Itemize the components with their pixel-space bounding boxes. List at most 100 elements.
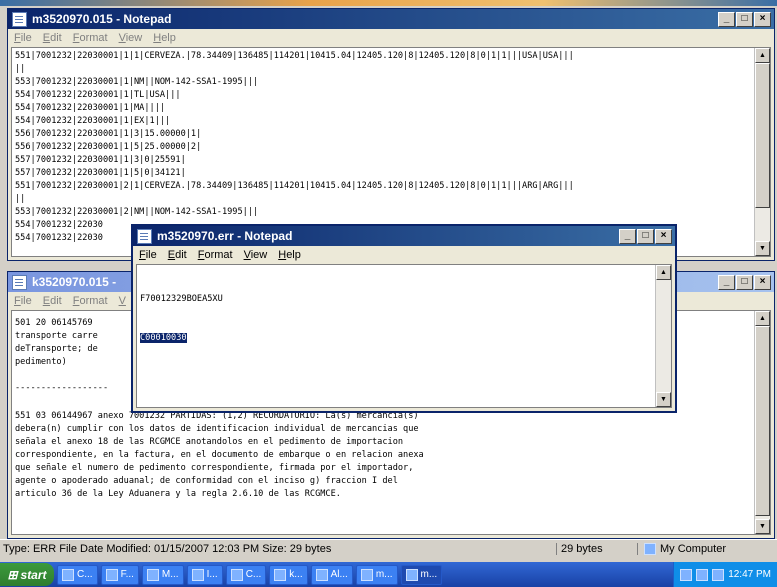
text-line: 554|7001232|22030001|1|EX|1||| <box>15 116 171 126</box>
windows-logo-icon: ⊞ <box>7 567 18 582</box>
text-line: || <box>15 64 26 74</box>
taskbar-item-label: m... <box>420 569 438 580</box>
vertical-scrollbar[interactable]: ▲ ▼ <box>754 48 770 256</box>
spreadsheet-icon <box>315 568 328 581</box>
menu-file[interactable]: File <box>14 295 32 307</box>
title-bar[interactable]: m3520970.015 - Notepad _ □ × <box>8 9 774 29</box>
scroll-up-button[interactable]: ▲ <box>755 48 770 63</box>
text-line: 554|7001232|22030001|1|MA|||| <box>15 103 166 113</box>
clock[interactable]: 12:47 PM <box>728 569 771 580</box>
security-icon[interactable] <box>712 568 725 581</box>
close-button[interactable]: × <box>655 229 672 244</box>
status-size: 29 bytes <box>556 543 637 555</box>
maximize-button[interactable]: □ <box>736 12 753 27</box>
notepad-icon <box>12 274 27 290</box>
notepad-window-m3520970-err[interactable]: m3520970.err - Notepad _ □ × File Edit F… <box>131 224 677 413</box>
menu-bar: File Edit Format View Help <box>133 246 675 263</box>
paint-icon <box>105 568 118 581</box>
start-button[interactable]: ⊞ start <box>0 563 54 586</box>
text-line: 554|7001232|22030001|1|TL|USA||| <box>15 90 181 100</box>
menu-file[interactable]: File <box>14 32 32 44</box>
menu-format[interactable]: Format <box>73 32 108 44</box>
taskbar-item-1[interactable]: C... <box>57 564 98 585</box>
taskbar-item-2[interactable]: F... <box>100 564 139 585</box>
desktop-top-strip <box>0 0 777 6</box>
text-line: || <box>15 194 26 204</box>
taskbar-item-8[interactable]: m... <box>355 564 398 585</box>
scroll-down-button[interactable]: ▼ <box>755 519 770 534</box>
status-location-label: My Computer <box>660 543 727 555</box>
vertical-scrollbar[interactable]: ▲ ▼ <box>754 311 770 534</box>
vertical-scrollbar[interactable]: ▲ ▼ <box>655 265 671 407</box>
document-text: F70012329BOEA5XU C00010030 <box>140 267 223 371</box>
menu-help[interactable]: Help <box>153 32 176 44</box>
notepad-icon <box>274 568 287 581</box>
taskbar-item-label: C... <box>245 569 262 580</box>
document-text-top: 501 20 06145769 transporte carre deTranspo… <box>15 317 108 395</box>
window-icon <box>146 568 159 581</box>
taskbar-item-7[interactable]: Al... <box>310 564 353 585</box>
folder-icon <box>62 568 74 581</box>
taskbar-item-label: m... <box>375 569 393 580</box>
menu-file[interactable]: File <box>139 249 157 261</box>
text-line: 501 20 06145769 <box>15 318 93 328</box>
taskbar-item-3[interactable]: M... <box>141 564 184 585</box>
document-text: 551|7001232|22030001|1|1|CERVEZA.|78.344… <box>15 50 574 245</box>
text-line: 556|7001232|22030001|1|3|15.00000|1| <box>15 129 202 139</box>
taskbar-item-label: k... <box>289 569 303 580</box>
menu-edit[interactable]: Edit <box>43 295 62 307</box>
menu-help[interactable]: Help <box>278 249 301 261</box>
notepad-icon <box>12 11 27 27</box>
menu-format[interactable]: Format <box>198 249 233 261</box>
taskbar-item-4[interactable]: I... <box>186 564 223 585</box>
title-bar[interactable]: m3520970.err - Notepad _ □ × <box>133 226 675 246</box>
scroll-thumb[interactable] <box>755 326 770 516</box>
taskbar-item-9[interactable]: m... <box>400 564 443 585</box>
maximize-button[interactable]: □ <box>736 275 753 290</box>
taskbar-item-label: M... <box>161 569 179 580</box>
text-area[interactable]: F70012329BOEA5XU C00010030 ▲ ▼ <box>136 264 672 408</box>
menu-format[interactable]: Format <box>73 295 108 307</box>
maximize-button[interactable]: □ <box>637 229 654 244</box>
taskbar-item-6[interactable]: k... <box>269 564 308 585</box>
status-location: My Computer <box>637 543 726 555</box>
menu-edit[interactable]: Edit <box>43 32 62 44</box>
scroll-up-button[interactable]: ▲ <box>656 265 671 280</box>
text-line: 553|7001232|22030001|2|NM||NOM-142-SSA1-… <box>15 207 259 217</box>
minimize-button[interactable]: _ <box>718 275 735 290</box>
scroll-up-button[interactable]: ▲ <box>755 311 770 326</box>
text-line: agente o apoderado aduanal; de conformid… <box>15 476 398 486</box>
taskbar-item-label: Al... <box>330 569 348 580</box>
text-line: debera(n) cumplir con los datos de ident… <box>15 424 419 434</box>
system-tray: 12:47 PM <box>673 562 777 587</box>
text-line: transporte carre <box>15 331 98 341</box>
text-line: ------------------ <box>15 383 109 393</box>
scroll-down-button[interactable]: ▼ <box>755 241 770 256</box>
selected-text[interactable]: C00010030 <box>140 333 187 343</box>
text-line: correspondiente, en la factura, en el do… <box>15 450 424 460</box>
close-button[interactable]: × <box>754 275 771 290</box>
text-line: 557|7001232|22030001|1|3|0|25591| <box>15 155 186 165</box>
network-icon[interactable] <box>680 568 693 581</box>
window-title: m3520970.015 - Notepad <box>32 12 172 26</box>
volume-icon[interactable] <box>696 568 709 581</box>
folder-icon <box>230 568 243 581</box>
notepad-icon <box>137 228 152 244</box>
minimize-button[interactable]: _ <box>619 229 636 244</box>
taskbar-item-label: I... <box>206 569 218 580</box>
scroll-down-button[interactable]: ▼ <box>656 392 671 407</box>
taskbar-item-5[interactable]: C... <box>225 564 267 585</box>
start-label: start <box>20 567 47 582</box>
text-line: pedimento) <box>15 357 67 367</box>
menu-edit[interactable]: Edit <box>168 249 187 261</box>
scroll-thumb[interactable] <box>755 63 770 208</box>
taskbar: ⊞ start C... F... M... I... C... k... Al… <box>0 562 777 587</box>
close-button[interactable]: × <box>754 12 771 27</box>
window-title: k3520970.015 - <box>32 275 117 289</box>
text-line: F70012329BOEA5XU <box>140 294 223 304</box>
minimize-button[interactable]: _ <box>718 12 735 27</box>
menu-view[interactable]: View <box>119 32 143 44</box>
menu-view[interactable]: View <box>244 249 268 261</box>
menu-view[interactable]: V <box>119 295 126 307</box>
text-line: señala el anexo 18 de las RCGMCE anotand… <box>15 437 404 447</box>
